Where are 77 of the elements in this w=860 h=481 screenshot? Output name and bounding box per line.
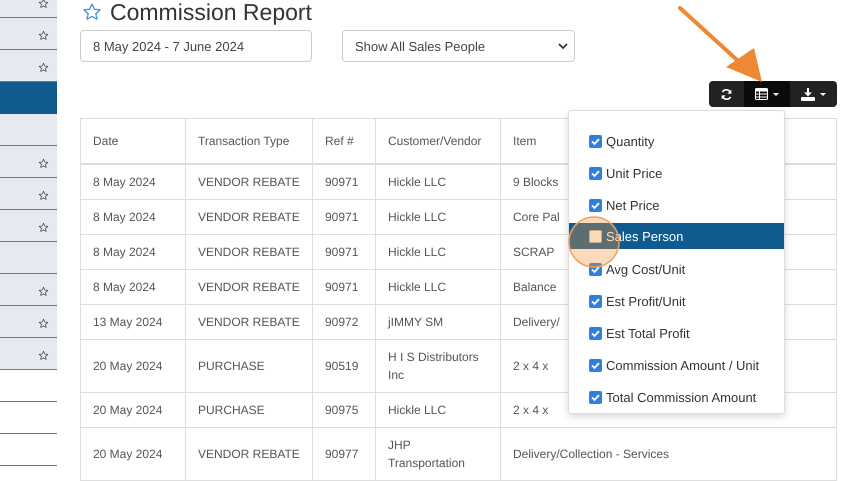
checkbox[interactable] (589, 134, 602, 148)
star-icon[interactable] (38, 348, 49, 359)
column-header[interactable]: Ref # (312, 118, 376, 164)
table-cell: 20 May 2024 (80, 340, 186, 392)
table-cell: VENDOR REBATE (186, 428, 312, 480)
sidebar-item[interactable] (0, 338, 57, 370)
star-icon[interactable] (38, 284, 49, 295)
table-cell: 20 May 2024 (80, 392, 186, 428)
menu-item[interactable]: Commission Amount / Unit (569, 349, 784, 381)
table-cell: 90971 (312, 200, 376, 234)
checkbox[interactable] (589, 198, 602, 212)
checkbox[interactable] (589, 230, 602, 242)
checkbox[interactable] (589, 358, 602, 372)
checkbox[interactable] (589, 166, 602, 180)
sidebar-item[interactable] (0, 306, 57, 338)
sidebar-item[interactable] (0, 178, 57, 210)
table-cell: 13 May 2024 (80, 304, 186, 340)
table-cell: Hickle LLC (376, 270, 500, 304)
page-title: Commission Report (110, 0, 312, 26)
table-cell: 90975 (312, 392, 376, 428)
table-cell: PURCHASE (186, 392, 312, 428)
table-cell: VENDOR REBATE (186, 234, 312, 270)
checkbox[interactable] (589, 326, 602, 340)
export-button[interactable] (790, 81, 837, 107)
sales-person-select[interactable]: Show All Sales People (342, 30, 575, 62)
table-cell: VENDOR REBATE (186, 304, 312, 340)
table-cell: PURCHASE (186, 340, 312, 392)
table-cell: VENDOR REBATE (186, 200, 312, 234)
column-header[interactable]: Transaction Type (186, 118, 312, 164)
star-icon[interactable] (38, 156, 49, 167)
table-cell: 90977 (312, 428, 376, 480)
table-cell: 8 May 2024 (80, 200, 186, 234)
star-icon[interactable] (38, 220, 49, 231)
table-cell: 8 May 2024 (80, 270, 186, 304)
sidebar-item[interactable] (0, 242, 57, 274)
refresh-button[interactable] (709, 81, 744, 107)
column-header[interactable]: Customer/Vendor (376, 118, 500, 164)
columns-button[interactable] (744, 81, 790, 107)
table-cell: 8 May 2024 (80, 164, 186, 200)
table-cell: 90971 (312, 234, 376, 270)
table-cell: 8 May 2024 (80, 234, 186, 270)
table-cell: Delivery/Collection - Services (500, 428, 836, 480)
table-cell: 90972 (312, 304, 376, 340)
menu-item[interactable]: Quantity (569, 125, 784, 157)
star-icon[interactable] (38, 188, 49, 199)
column-header[interactable]: Date (80, 118, 186, 164)
table-cell: Hickle LLC (376, 164, 500, 200)
sidebar-item[interactable] (0, 50, 57, 82)
table-cell: Hickle LLC (376, 200, 500, 234)
table-cell: JHP Transportation (376, 428, 500, 480)
table-icon (755, 88, 768, 100)
sidebar-item[interactable] (0, 146, 57, 178)
star-icon[interactable] (38, 60, 49, 71)
checkbox[interactable] (589, 294, 602, 308)
table-cell: 90519 (312, 340, 376, 392)
sidebar-item[interactable] (0, 18, 57, 50)
table-cell: jIMMY SM (376, 304, 500, 340)
table-cell: VENDOR REBATE (186, 164, 312, 200)
chevron-icon (558, 42, 568, 50)
table-cell: 20 May 2024 (80, 428, 186, 480)
checkbox[interactable] (589, 390, 602, 404)
table-cell: Hickle LLC (376, 392, 500, 428)
date-range-field[interactable]: 8 May 2024 - 7 June 2024 (80, 30, 312, 62)
table-cell: 90971 (312, 270, 376, 304)
download-icon (801, 88, 815, 100)
checkbox[interactable] (589, 262, 602, 276)
sidebar-item[interactable] (0, 114, 57, 146)
sidebar-item[interactable] (0, 210, 57, 242)
refresh-icon (720, 88, 733, 100)
star-icon[interactable] (38, 28, 49, 39)
table-cell: Hickle LLC (376, 234, 500, 270)
star-icon[interactable] (38, 316, 49, 327)
table-cell: 90971 (312, 164, 376, 200)
star-icon[interactable] (82, 2, 102, 22)
sidebar-item[interactable] (0, 274, 57, 306)
table-cell: H I S Distributors Inc (376, 340, 500, 392)
table-cell: VENDOR REBATE (186, 270, 312, 304)
